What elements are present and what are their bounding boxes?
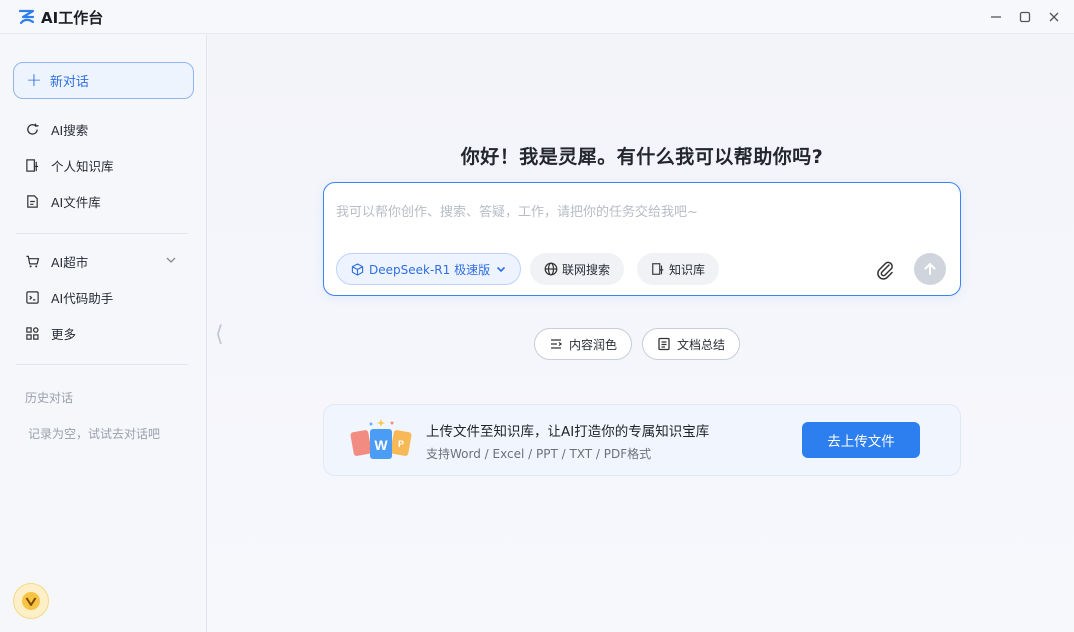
sidebar-item-label: AI超市 [51, 254, 89, 270]
upload-card-subtitle: 支持Word / Excel / PPT / TXT / PDF格式 [426, 447, 652, 461]
summarize-document-button[interactable]: 文档总结 [642, 328, 741, 360]
sidebar: + 新对话 AI搜索 个人知识库 AI文件库 AI超市 AI代码助手 更多 历史… [0, 35, 207, 632]
main-area [208, 35, 1074, 632]
collapse-sidebar-icon[interactable]: ⟨ [215, 322, 224, 347]
sidebar-item-label: AI搜索 [51, 122, 89, 138]
chevron-down-icon[interactable] [165, 254, 177, 269]
sidebar-item-more[interactable]: 更多 [16, 319, 191, 347]
sidebar-item-label: 更多 [51, 326, 77, 342]
model-label: DeepSeek-R1 极速版 [369, 262, 491, 277]
svg-text:P: P [398, 439, 404, 449]
title-bar: AI工作台 [0, 0, 1074, 34]
arrow-up-icon [924, 263, 936, 275]
knowledge-base-icon [24, 157, 40, 173]
greeting-heading: 你好！我是灵犀。有什么我可以帮助你吗? [460, 146, 824, 168]
new-chat-button[interactable]: + 新对话 [13, 62, 194, 99]
sidebar-item-label: 个人知识库 [51, 158, 114, 174]
app-title: AI工作台 [41, 9, 104, 27]
model-select-dropdown[interactable]: DeepSeek-R1 极速版 [336, 253, 521, 285]
cart-icon [24, 253, 40, 269]
new-chat-label: 新对话 [49, 75, 89, 90]
sidebar-divider [16, 233, 188, 234]
paperclip-icon[interactable] [874, 259, 896, 281]
globe-icon [544, 262, 558, 276]
refresh-search-icon [24, 121, 40, 137]
close-icon[interactable] [1043, 6, 1065, 28]
quick-action-label: 文档总结 [677, 337, 726, 352]
cube-icon [351, 262, 364, 276]
vip-badge-icon[interactable] [13, 583, 49, 619]
file-types-illustration-icon: W P [350, 419, 412, 459]
file-library-icon [24, 193, 40, 209]
sidebar-item-knowledge[interactable]: 个人知识库 [16, 151, 191, 179]
sidebar-item-label: AI文件库 [51, 194, 101, 210]
sidebar-divider [16, 364, 188, 365]
maximize-icon[interactable] [1014, 6, 1036, 28]
history-title: 历史对话 [25, 391, 74, 405]
minimize-icon[interactable] [985, 6, 1007, 28]
knowledge-base-label: 知识库 [669, 262, 706, 277]
knowledge-base-toggle[interactable]: 知识库 [637, 253, 720, 285]
quick-action-label: 内容润色 [569, 337, 618, 352]
sidebar-item-ai-market[interactable]: AI超市 [16, 247, 191, 275]
align-icon [549, 337, 563, 351]
history-empty-text: 记录为空，试试去对话吧 [28, 427, 161, 441]
upload-file-button[interactable]: 去上传文件 [802, 422, 920, 458]
svg-text:W: W [374, 437, 388, 453]
document-icon [657, 337, 671, 351]
code-icon [24, 289, 40, 305]
web-search-toggle[interactable]: 联网搜索 [530, 253, 625, 285]
sidebar-item-label: AI代码助手 [51, 290, 114, 306]
sidebar-item-file-library[interactable]: AI文件库 [16, 187, 191, 215]
plus-icon: + [26, 69, 42, 91]
web-search-label: 联网搜索 [562, 262, 611, 277]
upload-promo-card: W P 上传文件至知识库，让AI打造你的专属知识宝库 支持Word / Exce… [323, 404, 961, 476]
upload-card-title: 上传文件至知识库，让AI打造你的专属知识宝库 [426, 424, 710, 440]
sidebar-item-ai-search[interactable]: AI搜索 [16, 115, 191, 143]
send-button[interactable] [914, 253, 946, 285]
chevron-down-icon [495, 263, 507, 275]
app-logo-icon [18, 9, 35, 25]
grid-icon [24, 325, 40, 341]
polish-content-button[interactable]: 内容润色 [534, 328, 633, 360]
chat-input[interactable]: 我可以帮你创作、搜索、答疑，工作，请把你的任务交给我吧~ [336, 201, 698, 220]
knowledge-base-icon [651, 262, 665, 276]
chat-input-box[interactable]: 我可以帮你创作、搜索、答疑，工作，请把你的任务交给我吧~ DeepSeek-R1… [323, 182, 961, 296]
sidebar-item-code-assistant[interactable]: AI代码助手 [16, 283, 191, 311]
